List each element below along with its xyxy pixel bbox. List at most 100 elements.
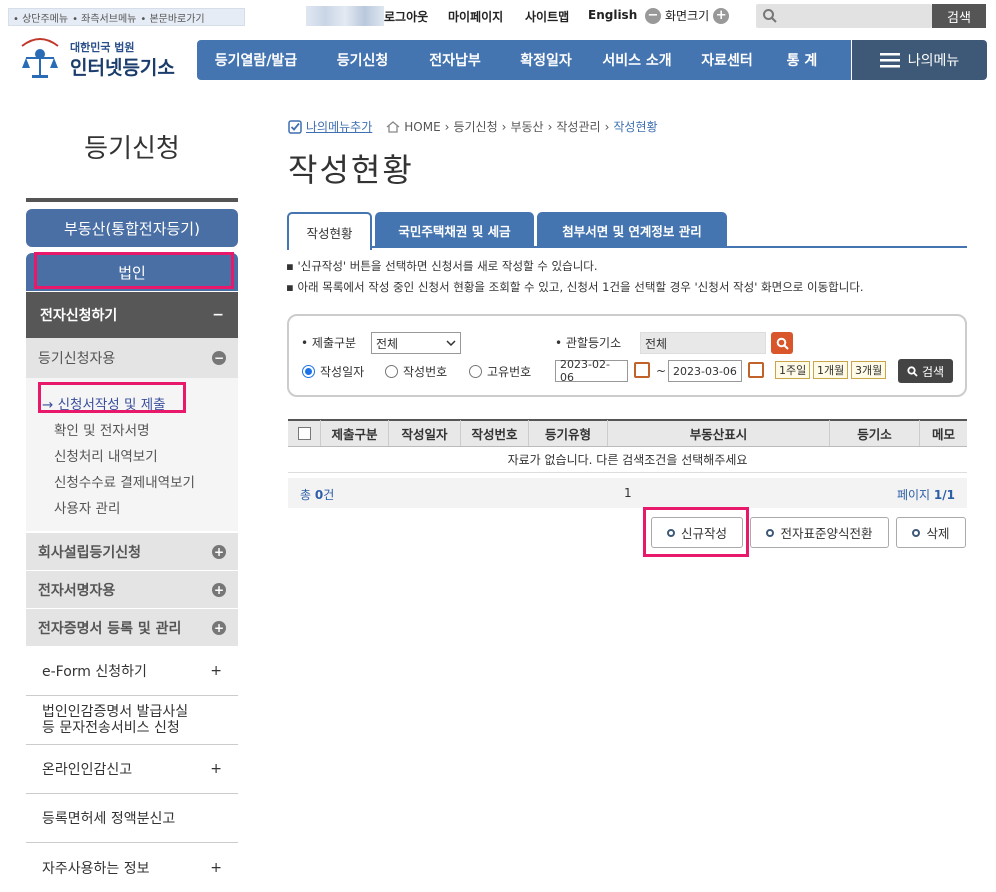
sidebar-eform[interactable]: e-Form 신청하기 + [26,647,238,696]
column-header: 부동산표시 [608,420,830,446]
sidebar-realty-button[interactable]: 부동산(통합전자등기) [26,209,238,247]
note-line-2: ▪ 아래 목록에서 작성 중인 신청서 현황을 조회할 수 있고, 신청서 1건… [286,280,864,294]
my-menu-label: 나의메뉴 [907,53,960,69]
highlight-new-write [643,507,749,557]
nav-fixed-date[interactable]: 확정일자 [500,50,592,70]
period-1month-button[interactable]: 1개월 [813,361,849,379]
skip-link-main[interactable]: • 상단주메뉴 [13,10,68,25]
tab-bond-tax[interactable]: 국민주택채권 및 세금 [375,212,534,248]
sidebar-online-seal[interactable]: 온라인인감신고 + [26,745,238,794]
date-from-value: 2023-02-06 [560,358,610,384]
office-input[interactable]: 전체 [640,332,766,354]
table-empty-row: 자료가 없습니다. 다른 검색조건을 선택해주세요 [288,447,967,473]
tab-status[interactable]: 작성현황 [287,212,372,250]
skip-link-content[interactable]: • 본문바로가기 [140,10,204,25]
search-input[interactable] [756,4,932,28]
skip-links: • 상단주메뉴 • 좌측서브메뉴 • 본문바로가기 [8,8,245,26]
hamburger-icon [879,53,900,68]
sidebar-company-setup-label: 회사설립등기신청 [38,544,142,561]
home-icon [386,120,400,133]
pagination-bar: 총 0건 1 페이지 1/1 [288,478,967,508]
nav-service-intro[interactable]: 서비스 소개 [592,50,682,70]
date-from-input[interactable]: 2023-02-06 [555,358,628,384]
search-button[interactable]: 검색 [932,4,986,28]
sidebar-item-confirm-sign[interactable]: 확인 및 전자서명 [54,419,150,439]
english-link[interactable]: English [588,8,637,22]
site-logo[interactable]: 대한민국 법원 인터넷등기소 [14,32,184,82]
crumb-current: 작성현황 [613,120,658,134]
convert-standard-button[interactable]: 전자표준양식전환 [750,517,889,548]
mypage-link[interactable]: 마이페이지 [448,8,503,25]
column-header: 등기유형 [529,420,608,446]
search-icon [907,365,918,377]
crumb-realty[interactable]: 부동산 [510,118,543,135]
add-my-menu-link[interactable]: 나의메뉴추가 [306,118,372,135]
submit-type-select[interactable]: 전체 [371,332,461,354]
period-1week-button[interactable]: 1주일 [775,361,811,379]
date-to-input[interactable]: 2023-03-06 [668,360,742,382]
chevron-right-icon: › [501,119,507,134]
crumb-apply[interactable]: 등기신청 [453,118,497,135]
page-number[interactable]: 1 [624,486,632,500]
sidebar-seal-sms-line1: 법인인감증명서 발급사실 [42,704,189,720]
page-title: 작성현황 [288,151,414,189]
nav-statistics[interactable]: 통 계 [772,50,832,70]
delete-button[interactable]: 삭제 [896,517,966,548]
expand-icon: + [210,663,222,679]
user-name-blurred [306,6,384,26]
sidebar-e-cert[interactable]: 전자증명서 등록 및 관리 + [26,608,238,646]
logout-link[interactable]: 로그아웃 [384,8,428,25]
sidebar-company-setup[interactable]: 회사설립등기신청 + [26,532,238,570]
court-emblem-icon [21,38,59,78]
column-header: 작성번호 [461,420,529,446]
sidebar-online-seal-label: 온라인인감신고 [42,762,133,778]
sidebar-item-fee-history[interactable]: 신청수수료 결제내역보기 [54,471,195,491]
radio-unique-number[interactable]: 고유번호 [469,363,531,380]
sidebar-license-tax[interactable]: 등록면허세 정액분신고 [26,794,238,843]
highlight-write-submit [38,382,186,413]
nav-registration-apply[interactable]: 등기신청 [315,50,410,70]
calendar-icon[interactable] [748,362,764,378]
sidebar-eform-label: e-Form 신청하기 [42,664,147,680]
date-to-value: 2023-03-06 [673,364,737,378]
calendar-icon[interactable] [634,362,650,378]
radio-write-date[interactable]: 작성일자 [302,363,364,380]
table-select-all [288,420,321,446]
sidebar-applicant[interactable]: 등기신청자용 − [26,338,238,378]
nav-e-payment[interactable]: 전자납부 [410,50,500,70]
office-value: 전체 [645,336,668,351]
office-search-button[interactable] [771,332,793,354]
sidebar-divider [26,198,238,202]
sidebar-item-user-manage[interactable]: 사용자 관리 [54,497,120,517]
my-menu-button[interactable]: 나의메뉴 [852,40,987,80]
sidebar-seal-sms[interactable]: 법인인감증명서 발급사실 등 문자전송서비스 신청 [26,696,238,745]
sitemap-link[interactable]: 사이트맵 [525,8,569,25]
column-header: 작성일자 [389,420,461,446]
column-header: 등기소 [830,420,920,446]
zoom-out-icon[interactable]: − [645,7,661,24]
filter-search-button[interactable]: 검색 [898,359,953,383]
chevron-right-icon: › [547,119,553,134]
nav-view-issue[interactable]: 등기열람/발급 [197,50,315,70]
select-all-checkbox[interactable] [297,426,311,440]
skip-link-sub[interactable]: • 좌측서브메뉴 [72,10,136,25]
plus-circle-icon: + [212,544,226,559]
tab-attachments[interactable]: 첨부서면 및 연계정보 관리 [537,212,727,248]
circle-bullet-icon [766,528,775,537]
expand-icon: + [210,761,222,777]
radio-icon [469,365,482,378]
sidebar-e-apply[interactable]: 전자신청하기 − [26,292,238,338]
sidebar-item-history[interactable]: 신청처리 내역보기 [54,445,158,465]
crumb-manage[interactable]: 작성관리 [556,118,600,135]
nav-data-center[interactable]: 자료센터 [682,50,772,70]
main-nav: 등기열람/발급 등기신청 전자납부 확정일자 서비스 소개 자료센터 통 계 [197,40,851,80]
zoom-in-icon[interactable]: + [713,7,730,24]
sidebar-e-cert-label: 전자증명서 등록 및 관리 [38,620,182,637]
chevron-right-icon: › [604,119,610,134]
period-3month-button[interactable]: 3개월 [851,361,887,379]
radio-write-number[interactable]: 작성번호 [385,363,447,380]
crumb-home[interactable]: HOME [404,120,440,134]
sidebar-signer[interactable]: 전자서명자용 + [26,570,238,608]
highlight-corp [34,252,234,289]
sidebar-frequent-info[interactable]: 자주사용하는 정보 + [26,843,238,892]
